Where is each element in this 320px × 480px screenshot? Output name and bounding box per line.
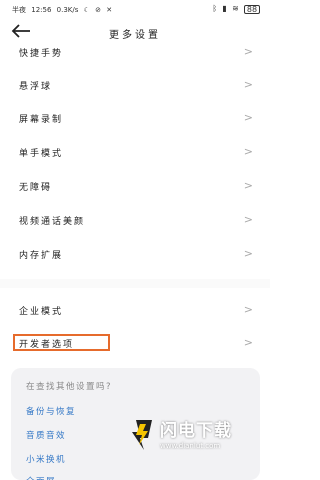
- list-item-label: 企业模式: [19, 307, 64, 317]
- lightning-logo-icon: [130, 420, 152, 450]
- link-mi-mover[interactable]: 小米换机: [26, 453, 66, 465]
- link-sound-effects[interactable]: 音质音效: [26, 429, 66, 441]
- list-item-label: 视频通话美颜: [19, 217, 86, 227]
- suggestion-question: 在查找其他设置吗?: [26, 382, 113, 392]
- mute-icon: ✕: [106, 6, 113, 14]
- list-item-label: 内存扩展: [19, 251, 64, 261]
- status-bar: 半夜 12:56 0.3K/s ☾ ⊘ ✕ ᛒ ▮ ≋ 88: [0, 0, 270, 18]
- list-item-label: 屏幕录制: [19, 115, 64, 125]
- list-item-memory-extension[interactable]: 内存扩展 >: [0, 238, 270, 271]
- chevron-right-icon: >: [243, 145, 253, 158]
- network-speed: 0.3K/s: [56, 6, 79, 14]
- link-backup-restore[interactable]: 备份与恢复: [26, 405, 76, 417]
- chevron-right-icon: >: [243, 336, 253, 349]
- list-item-one-hand[interactable]: 单手模式 >: [0, 136, 270, 169]
- alarm-off-icon: ⊘: [95, 6, 102, 14]
- link-full-screen[interactable]: 全面屏: [26, 475, 56, 480]
- list-item-enterprise-mode[interactable]: 企业模式 >: [0, 294, 270, 327]
- chevron-right-icon: >: [243, 45, 253, 58]
- chevron-right-icon: >: [243, 179, 253, 192]
- watermark: 闪电下载 www.dianlut.com: [126, 412, 256, 462]
- watermark-url: www.dianlut.com: [160, 442, 221, 450]
- list-item-label: 单手模式: [19, 149, 64, 159]
- highlight-box: [13, 334, 110, 351]
- list-item-video-beauty[interactable]: 视频通话美颜 >: [0, 204, 270, 237]
- list-item-label: 快捷手势: [19, 49, 64, 59]
- list-item-accessibility[interactable]: 无障碍 >: [0, 170, 270, 203]
- carrier-label: 半夜: [12, 6, 26, 14]
- signal-icon: ▮: [222, 4, 227, 13]
- clock: 12:56: [31, 6, 52, 14]
- list-item-floating-ball[interactable]: 悬浮球 >: [0, 69, 270, 102]
- list-item-quick-gesture[interactable]: 快捷手势 >: [0, 36, 270, 69]
- chevron-right-icon: >: [243, 111, 253, 124]
- watermark-title: 闪电下载: [160, 421, 232, 441]
- chevron-right-icon: >: [243, 247, 253, 260]
- chevron-right-icon: >: [243, 213, 253, 226]
- status-left: 半夜 12:56 0.3K/s ☾ ⊘ ✕: [12, 5, 115, 15]
- list-item-label: 无障碍: [19, 183, 53, 193]
- status-right: ᛒ ▮ ≋ 88: [209, 4, 260, 14]
- battery-icon: 88: [244, 4, 260, 14]
- list-item-screen-record[interactable]: 屏幕录制 >: [0, 102, 270, 135]
- chevron-right-icon: >: [243, 303, 253, 316]
- list-item-label: 悬浮球: [19, 82, 53, 92]
- wifi-icon: ≋: [232, 4, 239, 13]
- chevron-right-icon: >: [243, 78, 253, 91]
- section-divider: [0, 279, 270, 288]
- bluetooth-icon: ᛒ: [212, 4, 218, 13]
- moon-icon: ☾: [83, 6, 90, 14]
